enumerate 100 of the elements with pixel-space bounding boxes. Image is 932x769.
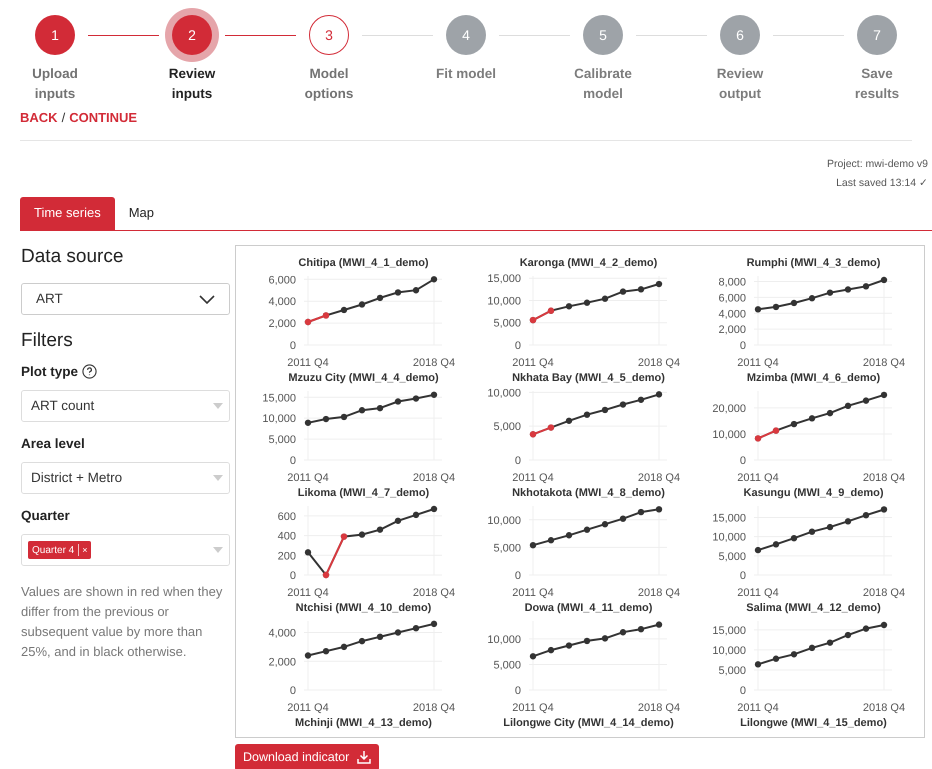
data-point	[638, 286, 644, 292]
step-number[interactable]: 5	[583, 15, 623, 55]
axis-tick-label: 2011 Q4	[512, 472, 554, 484]
data-point	[358, 637, 366, 644]
data-point	[602, 634, 608, 642]
axis-tick-label: 2011 Q4	[287, 356, 329, 368]
data-point	[808, 294, 816, 301]
download-button[interactable]: Download indicator	[235, 744, 380, 769]
data-point	[304, 652, 312, 658]
data-point	[808, 414, 816, 422]
data-point	[826, 523, 834, 530]
data-point	[566, 417, 572, 424]
data-point	[412, 511, 420, 518]
data-point	[656, 390, 662, 398]
help-icon[interactable]	[82, 364, 98, 380]
filter-select[interactable]: District + Metro	[21, 462, 230, 494]
data-point	[844, 402, 852, 409]
data-point	[340, 306, 348, 313]
data-point	[772, 540, 780, 548]
axis-tick-label: 2011 Q4	[737, 356, 779, 368]
data-point	[754, 660, 762, 668]
axis-tick-label: 2011 Q4	[287, 702, 329, 714]
data-point	[772, 303, 780, 310]
section-heading: Filters	[21, 329, 74, 353]
step-number[interactable]: 7	[857, 15, 897, 55]
data-point	[376, 633, 384, 640]
data-point	[322, 647, 330, 654]
filter-select[interactable]: ART count	[21, 390, 230, 422]
data-point	[412, 286, 420, 293]
axis-tick-label: 10,000	[487, 633, 521, 646]
axis-tick-label: 2018 Q4	[638, 472, 680, 484]
axis-tick-label: 2018 Q4	[412, 586, 456, 598]
chart-title: Mzuzu City (MWI_4_4_demo)	[287, 370, 439, 384]
step-number[interactable]: 6	[720, 15, 760, 55]
axis-tick-label: 0	[290, 454, 296, 466]
step-number[interactable]: 4	[446, 15, 486, 55]
filter-multiselect[interactable]: Quarter 4 ×	[21, 534, 230, 566]
axis-tick-label: 2011 Q4	[737, 586, 779, 598]
filter-label: Quarter	[21, 507, 70, 525]
step-label: Fit model	[435, 65, 497, 83]
axis-tick-label: 10,000	[487, 514, 521, 526]
axis-tick-label: 20,000	[712, 402, 746, 414]
step-number[interactable]: 1	[35, 15, 75, 55]
axis-tick-label: 10,000	[487, 294, 521, 307]
continue-link[interactable]: CONTINUE	[69, 108, 138, 128]
data-point	[790, 534, 798, 541]
step-number[interactable]: 2	[172, 15, 212, 55]
axis-tick-label: 0	[514, 684, 521, 696]
separator: /	[62, 109, 66, 127]
data-point	[656, 620, 662, 628]
data-point	[880, 276, 888, 283]
data-point	[358, 530, 366, 538]
data-point	[394, 628, 402, 636]
axis-tick-label: 200	[278, 550, 296, 562]
data-point	[772, 655, 780, 662]
axis-tick-label: 0	[290, 684, 296, 696]
axis-tick-label: 2018 Q4	[412, 472, 456, 484]
step-number[interactable]: 3	[309, 15, 349, 55]
data-point	[430, 391, 438, 398]
data-point	[790, 420, 798, 427]
tab[interactable]: Time series	[20, 196, 115, 230]
data-point	[322, 415, 330, 422]
axis-tick-label: 6,000	[718, 292, 746, 304]
step-label: Model options	[304, 65, 354, 103]
data-point	[826, 638, 834, 646]
chart-title: Nkhotakota (MWI_4_8_demo)	[511, 486, 665, 500]
data-point	[808, 644, 816, 651]
axis-tick-label: 4,000	[718, 308, 746, 320]
data-point	[754, 306, 762, 312]
chart-title: Kasungu (MWI_4_9_demo)	[742, 486, 884, 500]
back-link[interactable]: BACK	[20, 108, 58, 128]
chart-title: Chitipa (MWI_4_1_demo)	[297, 256, 429, 270]
data-point	[638, 508, 644, 515]
filter-label: Plot type	[21, 362, 78, 381]
chevron-down-icon	[199, 294, 215, 304]
axis-tick-label: 0	[514, 570, 521, 582]
section-heading: Data source	[21, 244, 124, 268]
data-point	[620, 288, 626, 294]
data-point	[880, 391, 888, 398]
dropdown-caret-icon	[213, 475, 223, 481]
axis-tick-label: 10,000	[487, 386, 521, 399]
data-point	[826, 409, 834, 416]
axis-tick-label: 0	[290, 340, 296, 352]
axis-tick-label: 600	[278, 510, 296, 522]
axis-tick-label: 2011 Q4	[287, 586, 329, 598]
data-point	[620, 400, 626, 408]
data-point	[566, 642, 572, 648]
remove-tag-button[interactable]: ×	[78, 544, 91, 556]
data-point	[656, 506, 662, 512]
data-point	[620, 515, 626, 522]
axis-tick-label: 2011 Q4	[287, 472, 329, 484]
chart-title: Dowa (MWI_4_11_demo)	[524, 600, 652, 614]
data-source-select[interactable]: ART	[21, 283, 230, 315]
axis-tick-label: 2011 Q4	[512, 702, 554, 714]
data-point	[304, 548, 312, 556]
data-point	[566, 532, 572, 538]
data-point	[844, 286, 852, 292]
data-point	[376, 526, 384, 532]
axis-tick-label: 5,000	[493, 658, 521, 671]
data-point	[412, 394, 420, 402]
